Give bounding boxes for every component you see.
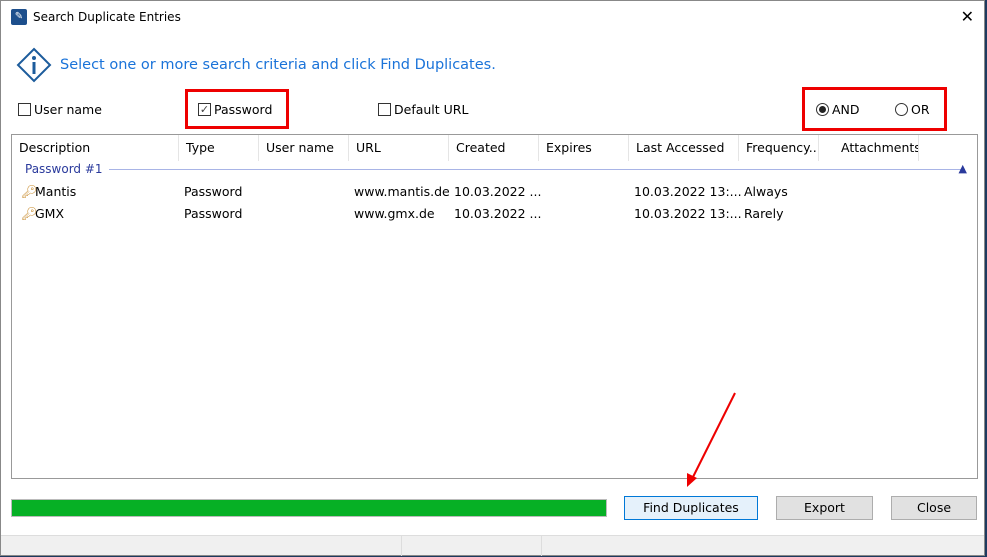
column-attachments[interactable]: Attachments bbox=[819, 135, 919, 161]
checkbox-box[interactable] bbox=[378, 103, 391, 116]
table-row[interactable]: 🔑︎GMX Password www.gmx.de 10.03.2022 ...… bbox=[12, 203, 977, 225]
column-type[interactable]: Type bbox=[179, 135, 259, 161]
dialog-window: ✎ Search Duplicate Entries ✕ Select one … bbox=[0, 0, 985, 556]
column-expires[interactable]: Expires bbox=[539, 135, 629, 161]
default-url-checkbox[interactable]: Default URL bbox=[378, 102, 468, 117]
cell-frequency: Always bbox=[744, 184, 788, 199]
cell-description: 🔑︎Mantis bbox=[21, 184, 77, 199]
title-bar: ✎ Search Duplicate Entries ✕ bbox=[1, 1, 984, 33]
and-radio[interactable]: AND bbox=[816, 102, 860, 117]
column-frequency[interactable]: Frequency... bbox=[739, 135, 819, 161]
info-message: Select one or more search criteria and c… bbox=[60, 57, 496, 73]
checkbox-box[interactable] bbox=[18, 103, 31, 116]
checkbox-label: Password bbox=[214, 102, 273, 117]
cell-created: 10.03.2022 ... bbox=[454, 184, 542, 199]
column-url[interactable]: URL bbox=[349, 135, 449, 161]
cell-url: www.mantis.de bbox=[354, 184, 450, 199]
cell-last-accessed: 10.03.2022 13:... bbox=[634, 206, 742, 221]
export-button[interactable]: Export bbox=[776, 496, 873, 520]
password-checkbox[interactable]: ✓ Password bbox=[198, 102, 272, 117]
app-icon: ✎ bbox=[11, 9, 27, 25]
cell-url: www.gmx.de bbox=[354, 206, 435, 221]
group-divider bbox=[108, 168, 965, 170]
find-duplicates-button[interactable]: Find Duplicates bbox=[624, 496, 758, 520]
checkbox-label: Default URL bbox=[394, 102, 469, 117]
group-label: Password #1 bbox=[25, 162, 103, 176]
table-row[interactable]: 🔑︎Mantis Password www.mantis.de 10.03.20… bbox=[12, 181, 977, 203]
checkbox-box[interactable]: ✓ bbox=[198, 103, 211, 116]
info-icon bbox=[16, 47, 52, 83]
status-bar bbox=[1, 535, 984, 556]
progress-fill bbox=[12, 500, 606, 516]
cell-frequency: Rarely bbox=[744, 206, 784, 221]
progress-bar bbox=[11, 499, 607, 517]
column-created[interactable]: Created bbox=[449, 135, 539, 161]
cell-type: Password bbox=[184, 206, 243, 221]
close-button[interactable]: Close bbox=[891, 496, 977, 520]
key-icon: 🔑︎ bbox=[21, 185, 38, 199]
radio-label: AND bbox=[832, 102, 860, 117]
user-name-checkbox[interactable]: User name bbox=[18, 102, 102, 117]
radio-dot[interactable] bbox=[895, 103, 908, 116]
window-title: Search Duplicate Entries bbox=[33, 10, 181, 24]
results-list[interactable]: Description Type User name URL Created E… bbox=[11, 134, 978, 479]
cell-last-accessed: 10.03.2022 13:... bbox=[634, 184, 742, 199]
column-header: Description Type User name URL Created E… bbox=[12, 135, 977, 161]
radio-label: OR bbox=[911, 102, 930, 117]
chevron-up-icon[interactable]: ▲ bbox=[959, 162, 967, 175]
column-description[interactable]: Description bbox=[12, 135, 179, 161]
close-icon[interactable]: ✕ bbox=[961, 7, 974, 26]
cell-created: 10.03.2022 ... bbox=[454, 206, 542, 221]
column-last-accessed[interactable]: Last Accessed bbox=[629, 135, 739, 161]
group-header[interactable]: Password #1 bbox=[25, 162, 965, 176]
annotation-arrow bbox=[687, 392, 736, 487]
or-radio[interactable]: OR bbox=[895, 102, 930, 117]
key-icon: 🔑︎ bbox=[21, 207, 38, 221]
checkbox-label: User name bbox=[34, 102, 102, 117]
info-banner: Select one or more search criteria and c… bbox=[16, 47, 496, 83]
cell-description: 🔑︎GMX bbox=[21, 206, 65, 221]
column-user-name[interactable]: User name bbox=[259, 135, 349, 161]
cell-type: Password bbox=[184, 184, 243, 199]
radio-dot[interactable] bbox=[816, 103, 829, 116]
